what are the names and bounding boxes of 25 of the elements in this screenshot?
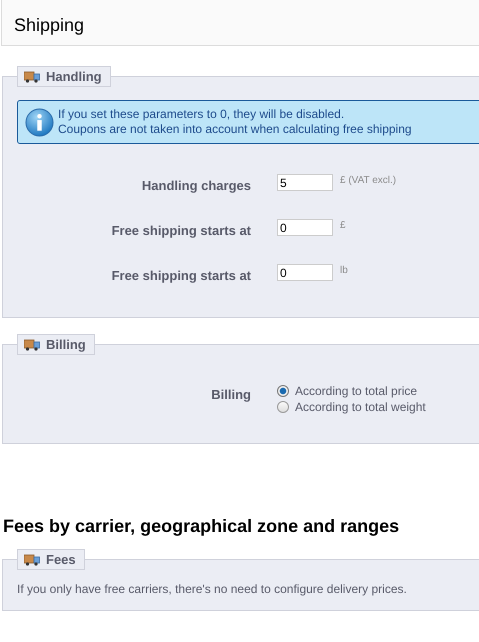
note-text: If you only have free carriers, there's no need to configure delivery prices. xyxy=(17,582,408,596)
truck-icon xyxy=(24,554,40,566)
unit-label: lb xyxy=(340,264,348,276)
input-field[interactable]: 0 xyxy=(277,264,333,281)
field-label: Free shipping starts at xyxy=(110,222,251,238)
unit-label: £ (VAT excl.) xyxy=(340,174,396,186)
info-text: If you set these parameters to 0, they will be disabled. Coupons are not taken into account when calculating free shipping xyxy=(58,107,412,137)
field-label: Handling charges xyxy=(140,177,251,193)
truck-icon xyxy=(24,70,40,82)
radio-button[interactable] xyxy=(277,385,289,397)
section-heading: Fees by carrier, geographical zone and ranges xyxy=(3,516,400,537)
field-label: Free shipping starts at xyxy=(110,267,251,283)
radio-button[interactable] xyxy=(277,401,289,413)
info-icon xyxy=(25,108,54,136)
page-title: Shipping xyxy=(14,14,84,36)
panel-legend: Handling xyxy=(17,66,111,87)
truck-icon xyxy=(24,338,40,350)
panel-legend: Fees xyxy=(17,549,85,570)
panel-legend: Billing xyxy=(17,334,95,355)
input-field[interactable]: 0 xyxy=(277,219,333,236)
unit-label: £ xyxy=(340,219,346,231)
radio-label[interactable]: According to total weight xyxy=(295,400,426,414)
field-label: Billing xyxy=(210,386,251,404)
radio-label[interactable]: According to total price xyxy=(295,384,418,398)
input-field[interactable]: 5 xyxy=(277,174,333,191)
